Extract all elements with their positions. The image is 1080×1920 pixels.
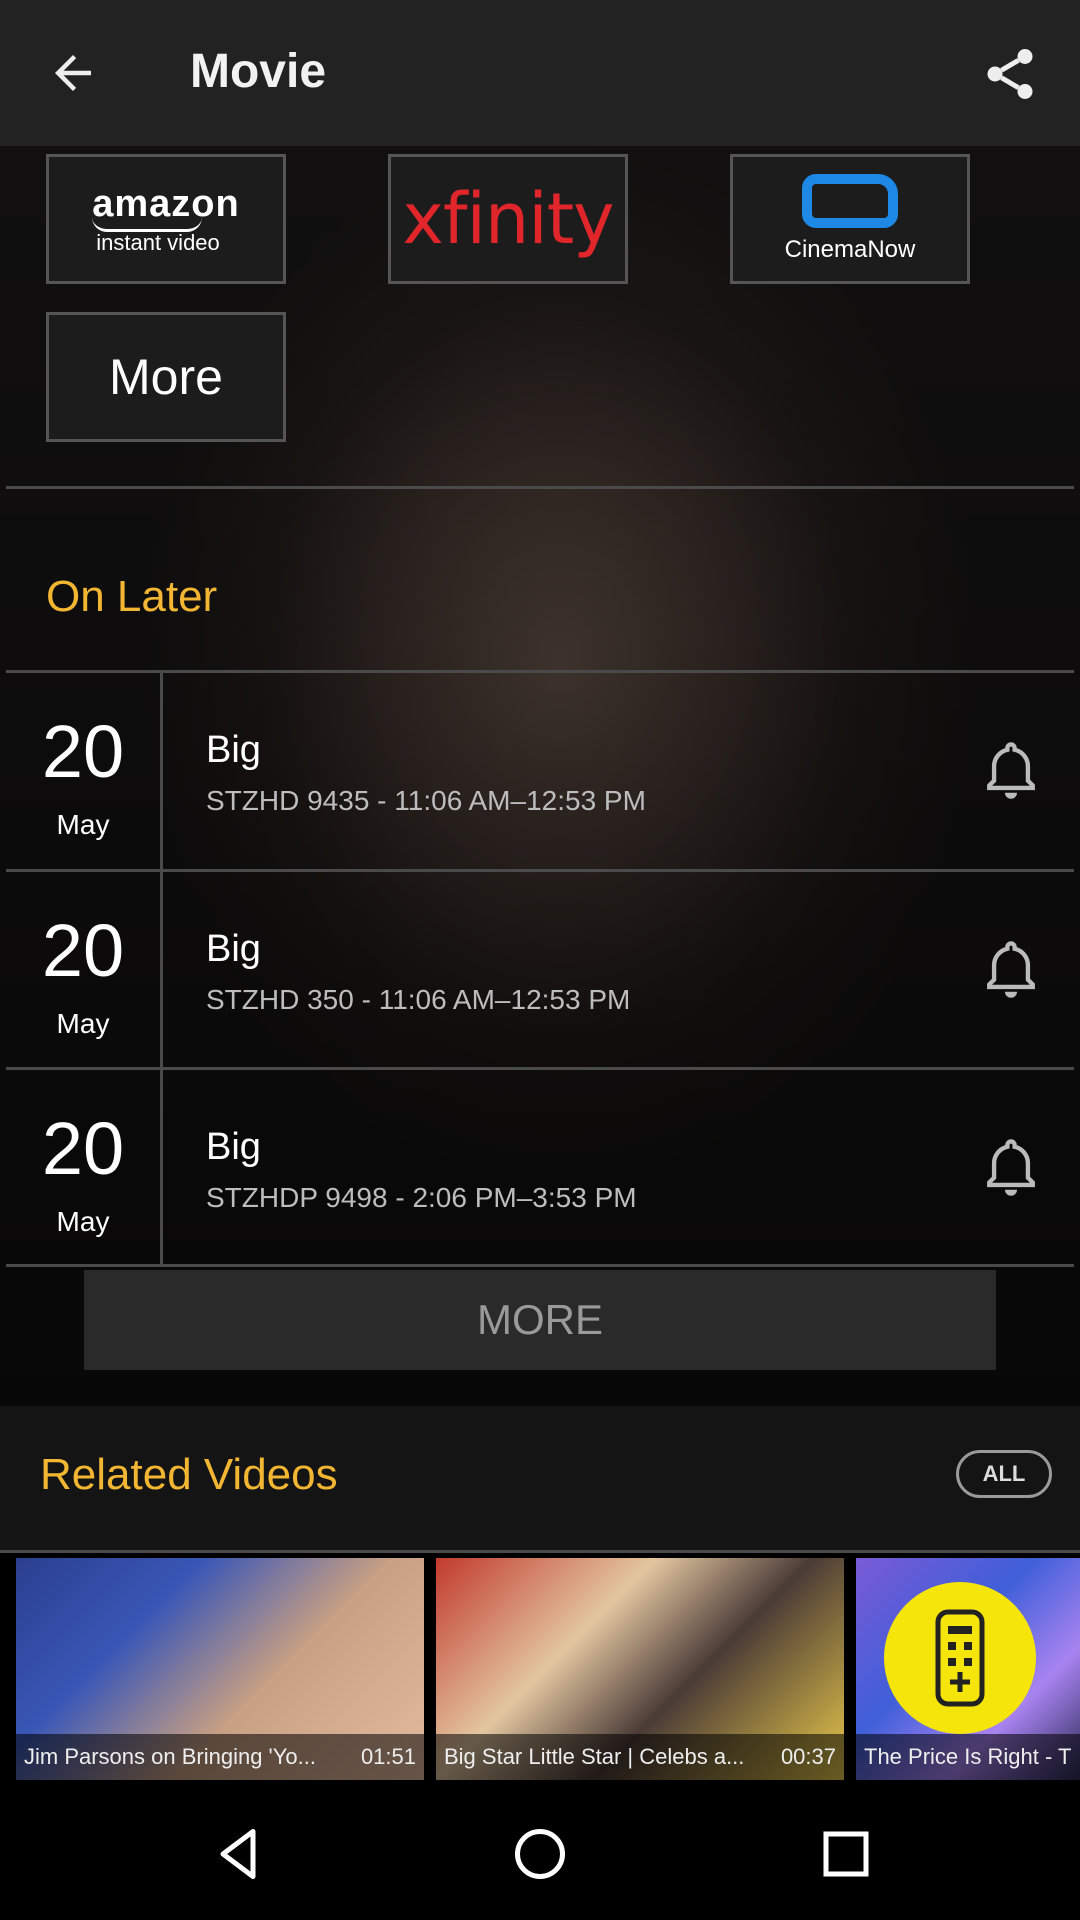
amazon-logo: amazon instant video <box>92 182 240 255</box>
schedule-row[interactable]: 20 May Big STZHD 350 - 11:06 AM–12:53 PM <box>6 872 1074 1068</box>
nav-recents-icon[interactable] <box>816 1824 876 1884</box>
xfinity-logo: xfinity <box>402 178 614 260</box>
reminder-bell-icon[interactable] <box>982 938 1040 1002</box>
schedule-detail: STZHDP 9498 - 2:06 PM–3:53 PM <box>206 1182 637 1213</box>
app-bar: Movie <box>0 0 1080 146</box>
schedule-title: Big <box>206 729 261 771</box>
video-duration: 01:51 <box>360 1744 416 1769</box>
content-area: amazon instant video xfinity CinemaNow M… <box>0 146 1080 1794</box>
reminder-bell-icon[interactable] <box>982 739 1040 803</box>
divider <box>6 486 1074 489</box>
remote-control-button[interactable] <box>884 1582 1036 1734</box>
related-videos-heading: Related Videos <box>40 1450 338 1499</box>
schedule-detail: STZHD 350 - 11:06 AM–12:53 PM <box>206 984 631 1015</box>
video-thumbnail[interactable]: Jim Parsons on Bringing 'Yo... 01:51 <box>16 1558 424 1780</box>
cinemanow-label: CinemaNow <box>784 236 916 263</box>
schedule-detail: STZHD 9435 - 11:06 AM–12:53 PM <box>206 785 646 816</box>
divider <box>0 1550 1080 1553</box>
schedule-date: 20 May <box>41 710 125 840</box>
more-schedule-button[interactable]: MORE <box>84 1270 996 1370</box>
amazon-instant-video-button[interactable]: amazon instant video <box>46 154 286 284</box>
more-providers-button[interactable]: More <box>46 312 286 442</box>
video-thumbnail[interactable]: Big Star Little Star | Celebs a... 00:37 <box>436 1558 844 1780</box>
schedule-title: Big <box>206 928 261 970</box>
schedule-row[interactable]: 20 May Big STZHD 9435 - 11:06 AM–12:53 P… <box>6 673 1074 869</box>
all-videos-button[interactable]: ALL <box>956 1450 1052 1498</box>
cinemanow-logo-icon <box>802 174 898 228</box>
schedule-row[interactable]: 20 May Big STZHDP 9498 - 2:06 PM–3:53 PM <box>6 1070 1074 1266</box>
nav-home-icon[interactable] <box>510 1824 570 1884</box>
page-title: Movie <box>190 45 327 98</box>
on-later-heading: On Later <box>46 572 218 621</box>
schedule-date: 20 May <box>41 1107 125 1237</box>
remote-icon <box>935 1609 985 1707</box>
system-navigation-bar <box>0 1794 1080 1920</box>
video-title: Jim Parsons on Bringing 'Yo... <box>24 1744 316 1769</box>
video-duration: 00:37 <box>780 1744 836 1769</box>
xfinity-button[interactable]: xfinity <box>388 154 628 284</box>
related-videos-header: Related Videos ALL <box>0 1406 1080 1550</box>
schedule-date: 20 May <box>41 909 125 1039</box>
video-title: The Price Is Right - T <box>864 1744 1072 1769</box>
schedule-title: Big <box>206 1126 261 1168</box>
divider <box>6 1264 1074 1267</box>
arrow-left-icon[interactable] <box>46 46 100 100</box>
share-icon[interactable] <box>980 44 1040 104</box>
video-title: Big Star Little Star | Celebs a... <box>444 1744 745 1769</box>
reminder-bell-icon[interactable] <box>982 1136 1040 1200</box>
nav-back-icon[interactable] <box>208 1824 268 1884</box>
cinemanow-button[interactable]: CinemaNow <box>730 154 970 284</box>
